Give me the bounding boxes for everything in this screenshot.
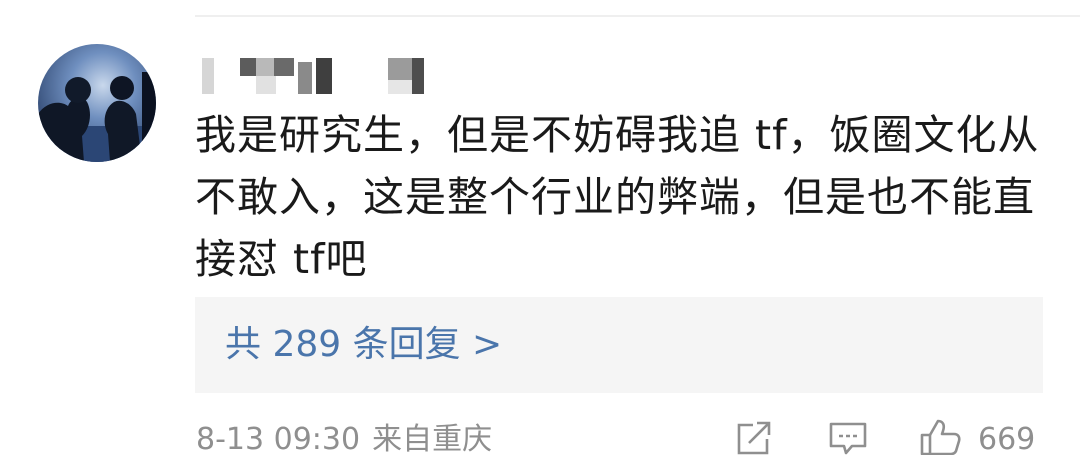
username-blurred[interactable]: [198, 56, 438, 96]
comment-text: 我是研究生，但是不妨碍我追 tf，饭圈文化从不敢入，这是整个行业的弊端，但是也不…: [195, 111, 1040, 283]
thumbs-up-icon[interactable]: [919, 418, 965, 455]
comment-icon[interactable]: [828, 421, 868, 455]
timestamp: 8-13 09:30: [196, 422, 361, 457]
avatar-image: [38, 44, 156, 162]
top-divider: [195, 15, 1080, 17]
like-count: 669: [978, 422, 1036, 457]
comment-meta: 8-13 09:30 来自重庆: [196, 420, 492, 460]
location: 来自重庆: [372, 422, 493, 457]
avatar[interactable]: [38, 44, 156, 162]
replies-box[interactable]: 共 289 条回复 >: [195, 297, 1043, 393]
share-icon[interactable]: [735, 421, 773, 455]
view-replies-link[interactable]: 共 289 条回复 >: [225, 321, 502, 369]
